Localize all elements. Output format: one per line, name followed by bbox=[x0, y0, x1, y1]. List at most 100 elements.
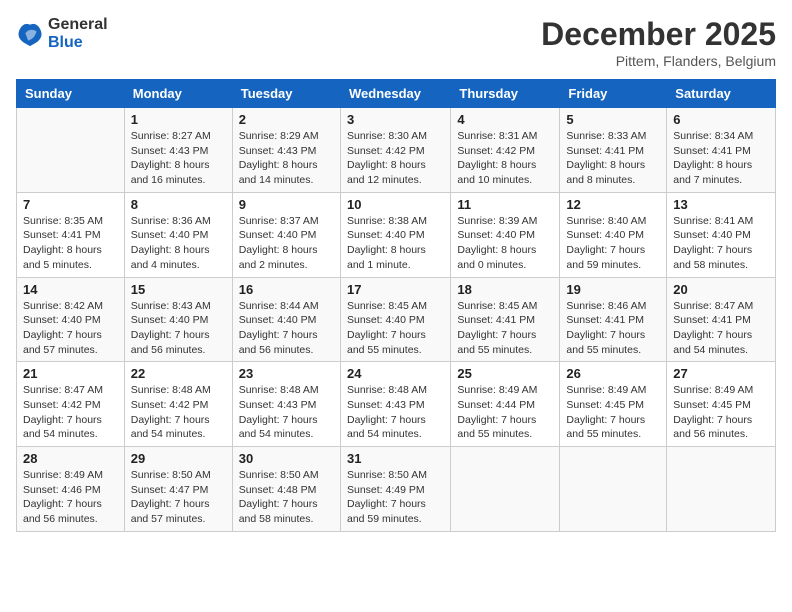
day-info: Sunrise: 8:49 AMSunset: 4:45 PMDaylight:… bbox=[566, 383, 660, 442]
day-number: 21 bbox=[23, 366, 118, 381]
day-cell bbox=[667, 447, 776, 532]
title-block: December 2025 Pittem, Flanders, Belgium bbox=[541, 16, 776, 69]
day-info: Sunrise: 8:42 AMSunset: 4:40 PMDaylight:… bbox=[23, 299, 118, 358]
day-cell: 27 Sunrise: 8:49 AMSunset: 4:45 PMDayligh… bbox=[667, 362, 776, 447]
day-cell: 30 Sunrise: 8:50 AMSunset: 4:48 PMDayligh… bbox=[232, 447, 340, 532]
day-number: 20 bbox=[673, 282, 769, 297]
day-number: 22 bbox=[131, 366, 226, 381]
calendar-title: December 2025 bbox=[541, 16, 776, 53]
day-number: 4 bbox=[457, 112, 553, 127]
calendar-table: SundayMondayTuesdayWednesdayThursdayFrid… bbox=[16, 79, 776, 532]
calendar-subtitle: Pittem, Flanders, Belgium bbox=[541, 53, 776, 69]
day-cell: 8 Sunrise: 8:36 AMSunset: 4:40 PMDaylight… bbox=[124, 192, 232, 277]
calendar-body: 1 Sunrise: 8:27 AMSunset: 4:43 PMDaylight… bbox=[17, 108, 776, 532]
week-row: 28 Sunrise: 8:49 AMSunset: 4:46 PMDayligh… bbox=[17, 447, 776, 532]
day-info: Sunrise: 8:37 AMSunset: 4:40 PMDaylight:… bbox=[239, 214, 334, 273]
header-cell-monday: Monday bbox=[124, 80, 232, 108]
logo: General Blue bbox=[16, 16, 108, 51]
day-number: 19 bbox=[566, 282, 660, 297]
day-number: 25 bbox=[457, 366, 553, 381]
week-row: 1 Sunrise: 8:27 AMSunset: 4:43 PMDaylight… bbox=[17, 108, 776, 193]
day-info: Sunrise: 8:49 AMSunset: 4:45 PMDaylight:… bbox=[673, 383, 769, 442]
header-cell-saturday: Saturday bbox=[667, 80, 776, 108]
day-info: Sunrise: 8:27 AMSunset: 4:43 PMDaylight:… bbox=[131, 129, 226, 188]
day-info: Sunrise: 8:30 AMSunset: 4:42 PMDaylight:… bbox=[347, 129, 444, 188]
day-cell: 31 Sunrise: 8:50 AMSunset: 4:49 PMDayligh… bbox=[340, 447, 450, 532]
day-number: 14 bbox=[23, 282, 118, 297]
day-cell: 6Sunrise: 8:34 AMSunset: 4:41 PMDaylight… bbox=[667, 108, 776, 193]
day-number: 28 bbox=[23, 451, 118, 466]
day-info: Sunrise: 8:29 AMSunset: 4:43 PMDaylight:… bbox=[239, 129, 334, 188]
logo-general-text: General bbox=[48, 16, 108, 34]
day-number: 1 bbox=[131, 112, 226, 127]
day-info: Sunrise: 8:36 AMSunset: 4:40 PMDaylight:… bbox=[131, 214, 226, 273]
day-cell: 25 Sunrise: 8:49 AMSunset: 4:44 PMDayligh… bbox=[451, 362, 560, 447]
day-info: Sunrise: 8:40 AMSunset: 4:40 PMDaylight:… bbox=[566, 214, 660, 273]
day-info: Sunrise: 8:48 AMSunset: 4:43 PMDaylight:… bbox=[239, 383, 334, 442]
day-number: 8 bbox=[131, 197, 226, 212]
day-cell: 28 Sunrise: 8:49 AMSunset: 4:46 PMDayligh… bbox=[17, 447, 125, 532]
day-number: 2 bbox=[239, 112, 334, 127]
day-cell: 22 Sunrise: 8:48 AMSunset: 4:42 PMDayligh… bbox=[124, 362, 232, 447]
day-number: 3 bbox=[347, 112, 444, 127]
day-number: 31 bbox=[347, 451, 444, 466]
logo-text: General Blue bbox=[48, 16, 108, 51]
day-cell: 10Sunrise: 8:38 AMSunset: 4:40 PMDayligh… bbox=[340, 192, 450, 277]
day-cell: 19 Sunrise: 8:46 AMSunset: 4:41 PMDayligh… bbox=[560, 277, 667, 362]
header-cell-sunday: Sunday bbox=[17, 80, 125, 108]
day-info: Sunrise: 8:49 AMSunset: 4:44 PMDaylight:… bbox=[457, 383, 553, 442]
day-info: Sunrise: 8:45 AMSunset: 4:40 PMDaylight:… bbox=[347, 299, 444, 358]
header-cell-thursday: Thursday bbox=[451, 80, 560, 108]
day-cell: 3 Sunrise: 8:30 AMSunset: 4:42 PMDaylight… bbox=[340, 108, 450, 193]
day-cell: 26 Sunrise: 8:49 AMSunset: 4:45 PMDayligh… bbox=[560, 362, 667, 447]
day-cell: 15 Sunrise: 8:43 AMSunset: 4:40 PMDayligh… bbox=[124, 277, 232, 362]
day-number: 7 bbox=[23, 197, 118, 212]
day-cell: 4 Sunrise: 8:31 AMSunset: 4:42 PMDaylight… bbox=[451, 108, 560, 193]
day-number: 26 bbox=[566, 366, 660, 381]
day-cell: 24Sunrise: 8:48 AMSunset: 4:43 PMDayligh… bbox=[340, 362, 450, 447]
day-cell: 16Sunrise: 8:44 AMSunset: 4:40 PMDayligh… bbox=[232, 277, 340, 362]
day-number: 30 bbox=[239, 451, 334, 466]
day-cell: 12Sunrise: 8:40 AMSunset: 4:40 PMDayligh… bbox=[560, 192, 667, 277]
day-number: 16 bbox=[239, 282, 334, 297]
day-number: 15 bbox=[131, 282, 226, 297]
day-number: 6 bbox=[673, 112, 769, 127]
header-cell-wednesday: Wednesday bbox=[340, 80, 450, 108]
day-info: Sunrise: 8:46 AMSunset: 4:41 PMDaylight:… bbox=[566, 299, 660, 358]
day-cell: 2 Sunrise: 8:29 AMSunset: 4:43 PMDaylight… bbox=[232, 108, 340, 193]
day-number: 23 bbox=[239, 366, 334, 381]
day-info: Sunrise: 8:50 AMSunset: 4:48 PMDaylight:… bbox=[239, 468, 334, 527]
day-number: 9 bbox=[239, 197, 334, 212]
header-cell-friday: Friday bbox=[560, 80, 667, 108]
day-info: Sunrise: 8:43 AMSunset: 4:40 PMDaylight:… bbox=[131, 299, 226, 358]
day-info: Sunrise: 8:35 AMSunset: 4:41 PMDaylight:… bbox=[23, 214, 118, 273]
day-number: 10 bbox=[347, 197, 444, 212]
day-number: 29 bbox=[131, 451, 226, 466]
day-info: Sunrise: 8:39 AMSunset: 4:40 PMDaylight:… bbox=[457, 214, 553, 273]
day-cell: 23 Sunrise: 8:48 AMSunset: 4:43 PMDayligh… bbox=[232, 362, 340, 447]
day-cell bbox=[17, 108, 125, 193]
day-cell: 5Sunrise: 8:33 AMSunset: 4:41 PMDaylight… bbox=[560, 108, 667, 193]
logo-icon bbox=[16, 20, 44, 48]
day-info: Sunrise: 8:49 AMSunset: 4:46 PMDaylight:… bbox=[23, 468, 118, 527]
day-cell: 18Sunrise: 8:45 AMSunset: 4:41 PMDayligh… bbox=[451, 277, 560, 362]
day-cell: 7 Sunrise: 8:35 AMSunset: 4:41 PMDaylight… bbox=[17, 192, 125, 277]
day-info: Sunrise: 8:48 AMSunset: 4:42 PMDaylight:… bbox=[131, 383, 226, 442]
day-number: 17 bbox=[347, 282, 444, 297]
day-number: 18 bbox=[457, 282, 553, 297]
day-info: Sunrise: 8:47 AMSunset: 4:41 PMDaylight:… bbox=[673, 299, 769, 358]
day-info: Sunrise: 8:47 AMSunset: 4:42 PMDaylight:… bbox=[23, 383, 118, 442]
day-info: Sunrise: 8:41 AMSunset: 4:40 PMDaylight:… bbox=[673, 214, 769, 273]
day-number: 27 bbox=[673, 366, 769, 381]
week-row: 7 Sunrise: 8:35 AMSunset: 4:41 PMDaylight… bbox=[17, 192, 776, 277]
page-header: General Blue December 2025 Pittem, Fland… bbox=[16, 16, 776, 69]
day-cell: 29Sunrise: 8:50 AMSunset: 4:47 PMDayligh… bbox=[124, 447, 232, 532]
day-number: 11 bbox=[457, 197, 553, 212]
calendar-header: SundayMondayTuesdayWednesdayThursdayFrid… bbox=[17, 80, 776, 108]
day-cell bbox=[451, 447, 560, 532]
day-number: 24 bbox=[347, 366, 444, 381]
day-info: Sunrise: 8:33 AMSunset: 4:41 PMDaylight:… bbox=[566, 129, 660, 188]
day-info: Sunrise: 8:31 AMSunset: 4:42 PMDaylight:… bbox=[457, 129, 553, 188]
week-row: 21 Sunrise: 8:47 AMSunset: 4:42 PMDayligh… bbox=[17, 362, 776, 447]
day-info: Sunrise: 8:50 AMSunset: 4:49 PMDaylight:… bbox=[347, 468, 444, 527]
